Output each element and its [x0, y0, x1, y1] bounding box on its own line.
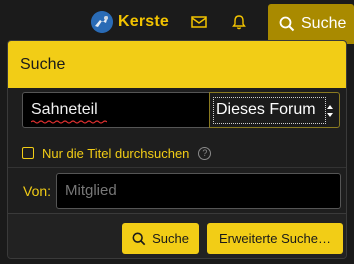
search-icon	[279, 16, 295, 32]
search-tab-label: Suche	[301, 15, 347, 32]
bell-icon[interactable]	[230, 13, 248, 31]
panel-header: Suche	[8, 41, 346, 88]
member-label: Von:	[23, 183, 52, 199]
search-tab[interactable]: Suche	[268, 4, 354, 44]
titles-only-label[interactable]: Nur die Titel durchsuchen	[42, 146, 189, 161]
user-menu[interactable]: Kerste	[91, 10, 169, 34]
search-button[interactable]: Suche	[122, 223, 199, 254]
divider	[8, 167, 346, 168]
search-row: Sahneteil Dieses Forum	[22, 92, 346, 128]
advanced-search-label: Erweiterte Suche…	[219, 231, 331, 246]
member-input[interactable]: Mitglied	[56, 173, 341, 209]
help-icon[interactable]: ?	[198, 146, 212, 160]
select-arrows-icon	[327, 105, 333, 117]
titles-only-checkbox[interactable]	[22, 147, 34, 159]
scope-select[interactable]: Dieses Forum	[209, 92, 340, 128]
focus-ring	[213, 97, 326, 124]
titles-only-option[interactable]: Nur die Titel durchsuchen ?	[22, 145, 212, 161]
search-input-value: Sahneteil	[31, 101, 98, 118]
panel-title: Suche	[20, 55, 66, 73]
search-icon	[132, 232, 146, 245]
member-input-placeholder: Mitglied	[65, 182, 117, 199]
search-input[interactable]: Sahneteil	[22, 92, 210, 128]
spellcheck-underline	[31, 120, 107, 124]
username: Kerste	[118, 13, 170, 30]
panel-footer: Suche Erweiterte Suche…	[8, 213, 346, 258]
envelope-icon[interactable]	[190, 13, 208, 31]
search-button-label: Suche	[152, 231, 189, 246]
advanced-search-button[interactable]: Erweiterte Suche…	[207, 223, 343, 254]
avatar	[91, 11, 113, 33]
top-navigation: Kerste Suche	[0, 0, 354, 44]
search-dropdown-panel: Suche Sahneteil Dieses Forum Nur die Tit…	[7, 40, 347, 259]
